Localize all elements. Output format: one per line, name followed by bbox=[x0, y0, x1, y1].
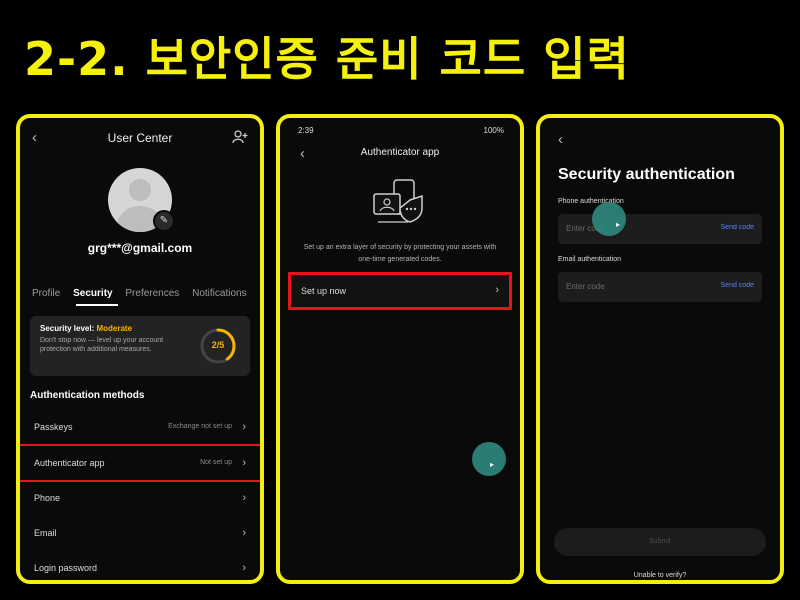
phone-code-input[interactable]: Enter code Send code bbox=[558, 214, 762, 244]
security-description: Don't stop now — level up your account p… bbox=[40, 337, 164, 353]
auth-row-login-password[interactable]: Login password › bbox=[20, 553, 260, 580]
security-level-value: Moderate bbox=[96, 324, 133, 333]
auth-row-passkeys[interactable]: Passkeys Exchange not set up › bbox=[20, 412, 260, 446]
touch-indicator bbox=[592, 202, 626, 236]
highlight-line-top bbox=[20, 444, 260, 446]
authenticator-illustration-icon bbox=[373, 179, 423, 223]
chevron-right-icon: › bbox=[242, 492, 246, 504]
user-center-title: User Center bbox=[107, 131, 173, 145]
submit-button[interactable]: Submit bbox=[554, 528, 766, 556]
email-send-code-button[interactable]: Send code bbox=[721, 282, 754, 289]
set-up-now-label: Set up now bbox=[301, 286, 347, 296]
chevron-right-icon: › bbox=[242, 457, 246, 469]
phone-send-code-button[interactable]: Send code bbox=[721, 224, 754, 231]
chevron-right-icon: › bbox=[495, 284, 499, 296]
auth-methods-heading: Authentication methods bbox=[30, 390, 145, 401]
settings-tabs: Profile Security Preferences Notificatio… bbox=[32, 288, 260, 299]
tab-security[interactable]: Security bbox=[73, 288, 112, 299]
chevron-right-icon: › bbox=[242, 421, 246, 433]
chevron-right-icon: › bbox=[242, 527, 246, 539]
auth-row-email[interactable]: Email › bbox=[20, 518, 260, 552]
security-level: Security level: Moderate bbox=[40, 324, 133, 333]
edit-avatar-icon[interactable]: ✎ bbox=[153, 210, 175, 232]
tab-preferences[interactable]: Preferences bbox=[125, 288, 179, 299]
status-bar-time: 2:39 bbox=[298, 126, 314, 135]
authenticator-app-panel: 2:39 100% ‹ Authenticator app Set up an … bbox=[276, 114, 524, 584]
touch-indicator bbox=[472, 442, 506, 476]
back-arrow-icon[interactable]: ‹ bbox=[558, 132, 563, 147]
status-bar-battery: 100% bbox=[483, 126, 504, 135]
user-email: grg***@gmail.com bbox=[87, 241, 193, 255]
tab-profile[interactable]: Profile bbox=[32, 288, 60, 299]
authenticator-title: Authenticator app bbox=[360, 147, 440, 158]
security-level-card: Security level: Moderate Don't stop now … bbox=[30, 316, 250, 376]
email-code-placeholder: Enter code bbox=[566, 282, 605, 291]
auth-row-authenticator-app[interactable]: Authenticator app Not set up › bbox=[20, 448, 260, 482]
user-center-panel: ‹ User Center ✎ grg***@gmail.com Profile… bbox=[16, 114, 264, 584]
highlight-line-bottom bbox=[20, 480, 260, 482]
security-progress-text: 2/5 bbox=[211, 340, 225, 350]
unable-to-verify-link[interactable]: Unable to verify? bbox=[540, 572, 780, 579]
tab-notifications[interactable]: Notifications bbox=[192, 288, 246, 299]
cursor-icon: ▸ bbox=[616, 220, 621, 229]
add-user-icon[interactable] bbox=[232, 130, 248, 144]
authenticator-description: Set up an extra layer of security by pro… bbox=[303, 244, 497, 263]
active-tab-indicator bbox=[76, 304, 118, 306]
chevron-right-icon: › bbox=[242, 562, 246, 574]
cursor-icon: ▸ bbox=[490, 460, 495, 469]
email-auth-label: Email authentication bbox=[558, 256, 622, 263]
security-auth-title: Security authentication bbox=[558, 166, 735, 183]
set-up-now-button[interactable]: Set up now › bbox=[288, 272, 512, 310]
email-code-input[interactable]: Enter code Send code bbox=[558, 272, 762, 302]
security-authentication-panel: ‹ Security authentication Phone authenti… bbox=[536, 114, 784, 584]
page-heading: 2-2. 보안인증 준비 코드 입력 bbox=[24, 32, 630, 86]
auth-row-phone[interactable]: Phone › bbox=[20, 483, 260, 517]
